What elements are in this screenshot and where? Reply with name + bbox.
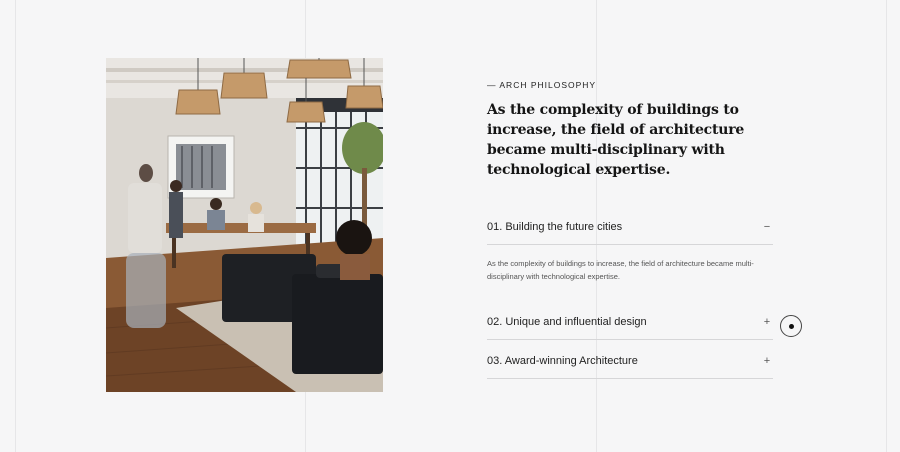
accordion-header[interactable]: 02. Unique and influential design + — [487, 301, 773, 339]
accordion-body: As the complexity of buildings to increa… — [487, 244, 773, 301]
accordion-header[interactable]: 03. Award-winning Architecture + — [487, 340, 773, 378]
accordion-title: 03. Award-winning Architecture — [487, 355, 638, 367]
circle-dot-icon[interactable] — [780, 315, 802, 337]
grid-line — [15, 0, 16, 452]
section-eyebrow: — ARCH PHILOSOPHY — [487, 80, 597, 90]
accordion-header[interactable]: 01. Building the future cities − — [487, 206, 773, 244]
expand-icon[interactable]: + — [761, 316, 773, 328]
philosophy-section: — ARCH PHILOSOPHY As the complexity of b… — [487, 80, 773, 379]
office-photo — [106, 58, 383, 392]
collapse-icon[interactable]: − — [761, 221, 773, 233]
grid-line — [886, 0, 887, 452]
dot-icon — [788, 323, 794, 329]
accordion-title: 02. Unique and influential design — [487, 316, 647, 328]
accordion-item: 03. Award-winning Architecture + — [487, 340, 773, 379]
accordion-item: 02. Unique and influential design + — [487, 301, 773, 340]
accordion-title: 01. Building the future cities — [487, 221, 623, 233]
section-heading: As the complexity of buildings to increa… — [487, 102, 745, 178]
accordion: 01. Building the future cities − As the … — [487, 206, 773, 379]
expand-icon[interactable]: + — [761, 355, 773, 367]
accordion-item: 01. Building the future cities − As the … — [487, 206, 773, 301]
